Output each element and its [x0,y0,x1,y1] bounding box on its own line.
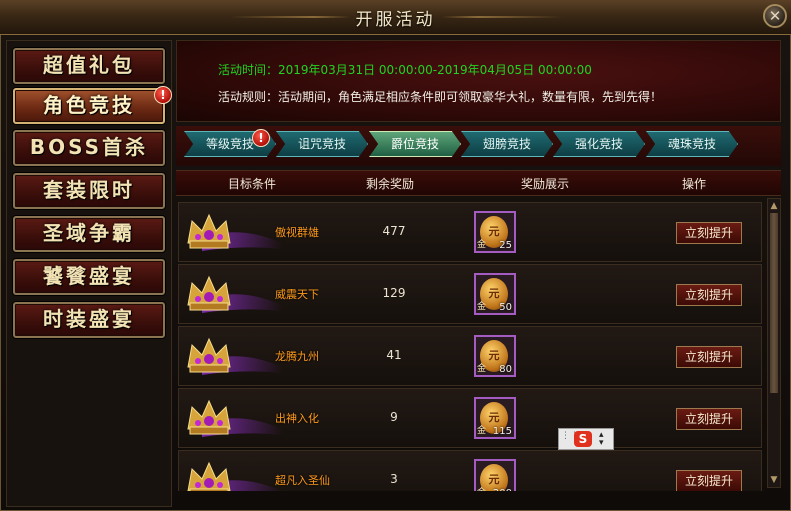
upgrade-now-button[interactable]: 立刻提升 [676,470,742,491]
sidebar-item-boss-first-kill[interactable]: BOSS首杀 [13,130,165,166]
sidebar-item-fashion-feast[interactable]: 时装盛宴 [13,302,165,338]
reward-quantity: 200 [493,488,512,491]
alert-icon: ! [252,129,270,147]
upgrade-now-button[interactable]: 立刻提升 [676,408,742,430]
scroll-thumb[interactable] [770,213,778,393]
sidebar-item-character-competition[interactable]: 角色竞技 [13,88,165,124]
activity-notice: 活动时间：2019年03月31日 00:00:00-2019年04月05日 00… [176,40,781,122]
sidebar-item-feast[interactable]: 饕餮盛宴 [13,259,165,295]
condition-label: 超凡入圣仙 [275,474,330,487]
sidebar-item-set-limited[interactable]: 套装限时 [13,173,165,209]
crown-icon [187,461,282,491]
column-header-action: 操作 [682,177,707,191]
ime-toolbar[interactable]: ⋮⋮ S ▴ ▾ [558,428,614,450]
sidebar-item-sanctuary-battle[interactable]: 圣域争霸 [13,216,165,252]
scroll-down-arrow-icon[interactable]: ▼ [769,474,779,486]
crown-icon [187,399,282,437]
reward-slot[interactable]: 元 金 115 [474,397,516,439]
crown-icon [187,275,282,313]
scroll-up-arrow-icon[interactable]: ▲ [769,200,779,212]
activity-time: 活动时间：2019年03月31日 00:00:00-2019年04月05日 00… [218,63,592,77]
ime-menu-icon[interactable]: ▴ ▾ [599,431,604,448]
reward-slot[interactable]: 元 金 25 [474,211,516,253]
column-header-condition: 目标条件 [228,177,277,191]
upgrade-now-button[interactable]: 立刻提升 [676,222,742,244]
bind-glyph: 金 [477,240,487,250]
bind-glyph: 金 [477,426,487,436]
column-header-remaining: 剩余奖励 [366,177,415,191]
reward-slot[interactable]: 元 金 50 [474,273,516,315]
remaining-count: 9 [390,410,398,424]
title-ornament-right [442,16,562,18]
upgrade-now-button[interactable]: 立刻提升 [676,346,742,368]
close-button[interactable]: ✕ [763,4,787,28]
reward-quantity: 50 [499,302,512,313]
crown-icon [187,337,282,375]
condition-label: 龙腾九州 [275,350,319,363]
sidebar-item-value-packs[interactable]: 超值礼包 [13,48,165,84]
remaining-count: 129 [382,286,406,300]
crown-icon [187,213,282,251]
bind-glyph: 金 [477,302,487,312]
remaining-count: 477 [382,224,406,238]
condition-label: 威震天下 [275,288,319,301]
tab-wings[interactable]: 翅膀竞技 [461,131,553,157]
reward-list: 傲视群雄 477 元 金 25 立刻提升 威震天下 129 元 金 50 立刻提… [176,196,766,491]
remaining-count: 3 [390,472,398,486]
condition-label: 傲视群雄 [275,226,319,239]
table-row: 超凡入圣仙 3 元 金 200 立刻提升 [178,450,762,491]
tab-soul-orb[interactable]: 魂珠竞技 [646,131,738,157]
scrollbar[interactable]: ▲ ▼ [767,198,781,488]
bind-glyph: 金 [477,364,487,374]
bind-glyph: 金 [477,485,486,491]
table-row: 傲视群雄 477 元 金 25 立刻提升 [178,202,762,262]
table-row: 威震天下 129 元 金 50 立刻提升 [178,264,762,324]
title-bar: 开服活动 ✕ [0,0,791,35]
upgrade-now-button[interactable]: 立刻提升 [676,284,742,306]
reward-slot[interactable]: 元 金 80 [474,335,516,377]
reward-quantity: 115 [492,426,512,437]
column-header-reward: 奖励展示 [521,177,570,191]
reward-quantity: 80 [499,364,512,375]
tab-curse[interactable]: 诅咒竞技 [276,131,368,157]
alert-icon: ! [154,86,172,104]
tab-enhance[interactable]: 强化竞技 [553,131,645,157]
reward-slot[interactable]: 元 金 200 [474,459,516,491]
sogou-logo-icon[interactable]: S [574,431,592,447]
table-row: 出神入化 9 元 金 115 立刻提升 [178,388,762,448]
table-row: 龙腾九州 41 元 金 80 立刻提升 [178,326,762,386]
remaining-count: 41 [386,348,402,362]
sidebar: 超值礼包 角色竞技 BOSS首杀 套装限时 圣域争霸 饕餮盛宴 时装盛宴 [6,40,172,507]
condition-label: 出神入化 [275,412,319,425]
tab-rank[interactable]: 爵位竞技 [369,131,461,157]
drag-handle-icon[interactable]: ⋮⋮ [561,432,579,445]
window-title: 开服活动 [355,10,436,30]
reward-quantity: 25 [499,240,512,251]
table-header: 目标条件 剩余奖励 奖励展示 操作 [176,170,781,196]
activity-rules: 活动规则：活动期间，角色满足相应条件即可领取豪华大礼，数量有限，先到先得！ [218,90,663,104]
